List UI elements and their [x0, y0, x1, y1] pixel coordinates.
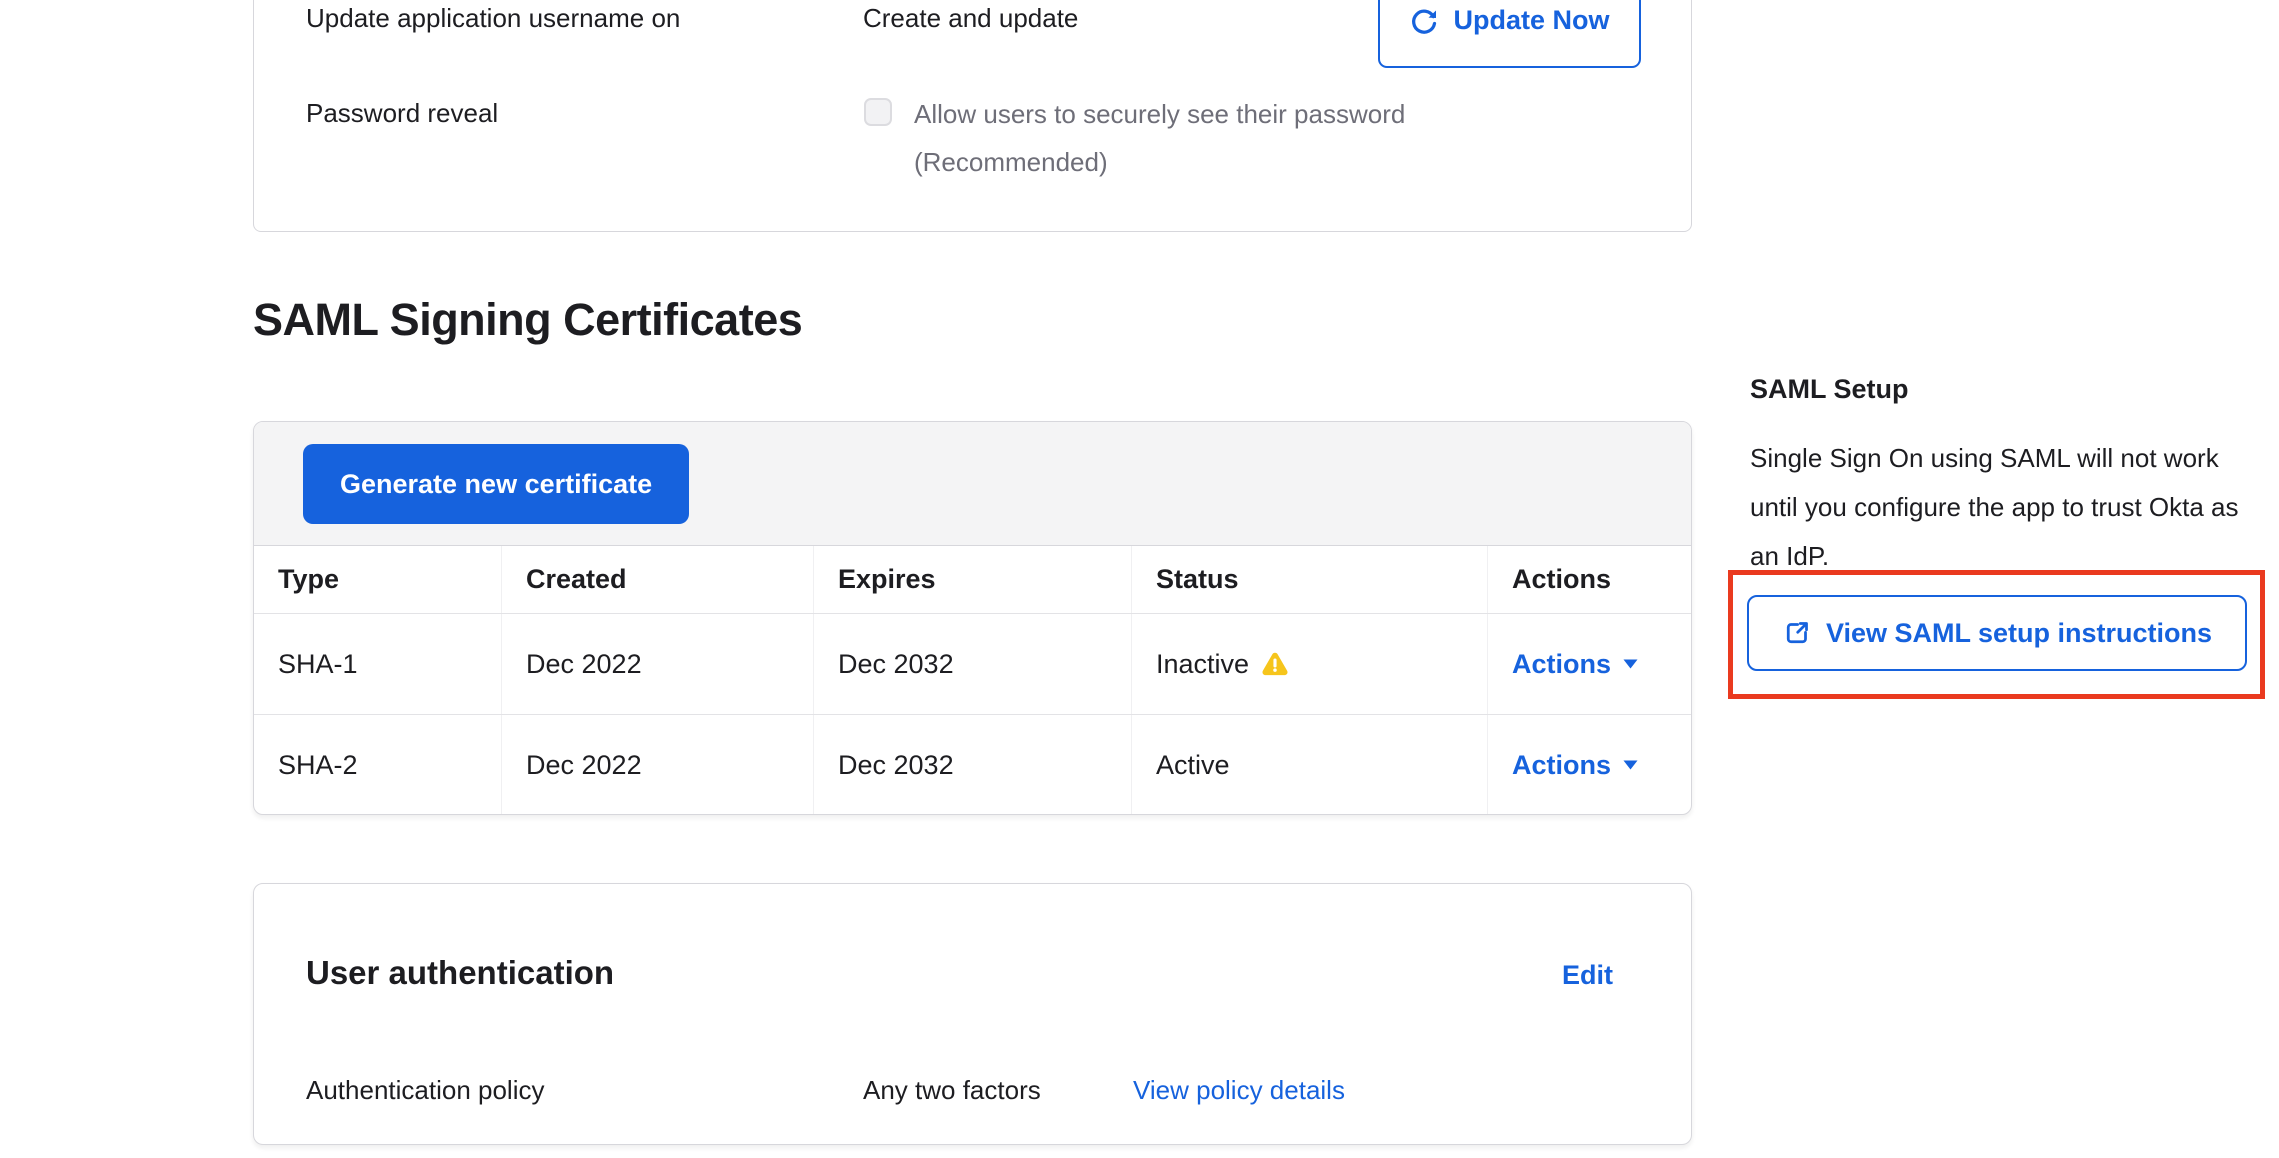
refresh-icon	[1409, 6, 1439, 36]
column-header-expires: Expires	[813, 546, 1131, 613]
password-reveal-label: Password reveal	[306, 98, 498, 129]
view-saml-setup-instructions-label: View SAML setup instructions	[1826, 618, 2212, 649]
table-row: SHA-1 Dec 2022 Dec 2032 Inactive Actions	[254, 614, 1691, 715]
cell-expires: Dec 2032	[813, 715, 1131, 815]
page-canvas: Update application username on Create an…	[0, 0, 2279, 1158]
password-reveal-help-line1: Allow users to securely see their passwo…	[914, 99, 1405, 130]
user-authentication-card: User authentication Edit Authentication …	[253, 883, 1692, 1145]
status-text: Active	[1156, 750, 1230, 781]
page-title: SAML Signing Certificates	[253, 294, 802, 346]
actions-menu-button[interactable]: Actions	[1512, 750, 1638, 781]
cell-type: SHA-1	[254, 614, 501, 714]
actions-menu-button[interactable]: Actions	[1512, 649, 1638, 680]
chevron-down-icon	[1623, 659, 1638, 669]
username-update-value: Create and update	[863, 3, 1078, 34]
table-header-row: Type Created Expires Status Actions	[254, 546, 1691, 614]
saml-setup-description: Single Sign On using SAML will not work …	[1750, 434, 2262, 581]
user-authentication-title: User authentication	[306, 954, 614, 992]
cell-status: Active	[1131, 715, 1487, 815]
cell-expires: Dec 2032	[813, 614, 1131, 714]
table-row: SHA-2 Dec 2022 Dec 2032 Active Actions	[254, 715, 1691, 815]
password-reveal-help-line2: (Recommended)	[914, 147, 1108, 178]
view-policy-details-link[interactable]: View policy details	[1133, 1075, 1345, 1106]
warning-icon	[1261, 650, 1289, 678]
saml-setup-title: SAML Setup	[1750, 374, 1909, 405]
cell-actions: Actions	[1487, 614, 1692, 714]
update-now-button[interactable]: Update Now	[1378, 0, 1641, 68]
update-now-label: Update Now	[1453, 5, 1609, 36]
column-header-actions: Actions	[1487, 546, 1692, 613]
external-link-icon	[1782, 618, 1812, 648]
certificates-toolbar: Generate new certificate	[254, 422, 1691, 546]
status-text: Inactive	[1156, 649, 1249, 680]
view-saml-setup-instructions-button[interactable]: View SAML setup instructions	[1747, 595, 2247, 671]
column-header-status: Status	[1131, 546, 1487, 613]
edit-link[interactable]: Edit	[1562, 960, 1613, 991]
authentication-policy-label: Authentication policy	[306, 1075, 544, 1106]
annotation-highlight-box: View SAML setup instructions	[1728, 570, 2265, 699]
cell-created: Dec 2022	[501, 614, 813, 714]
actions-label: Actions	[1512, 750, 1611, 781]
cell-actions: Actions	[1487, 715, 1692, 815]
cell-created: Dec 2022	[501, 715, 813, 815]
authentication-policy-value: Any two factors	[863, 1075, 1041, 1106]
app-settings-card: Update application username on Create an…	[253, 0, 1692, 232]
actions-label: Actions	[1512, 649, 1611, 680]
cell-type: SHA-2	[254, 715, 501, 815]
password-reveal-checkbox[interactable]	[864, 98, 892, 126]
username-update-label: Update application username on	[306, 3, 680, 34]
cell-status: Inactive	[1131, 614, 1487, 714]
column-header-created: Created	[501, 546, 813, 613]
column-header-type: Type	[254, 546, 501, 613]
certificates-card: Generate new certificate Type Created Ex…	[253, 421, 1692, 815]
chevron-down-icon	[1623, 760, 1638, 770]
generate-certificate-button[interactable]: Generate new certificate	[303, 444, 689, 524]
